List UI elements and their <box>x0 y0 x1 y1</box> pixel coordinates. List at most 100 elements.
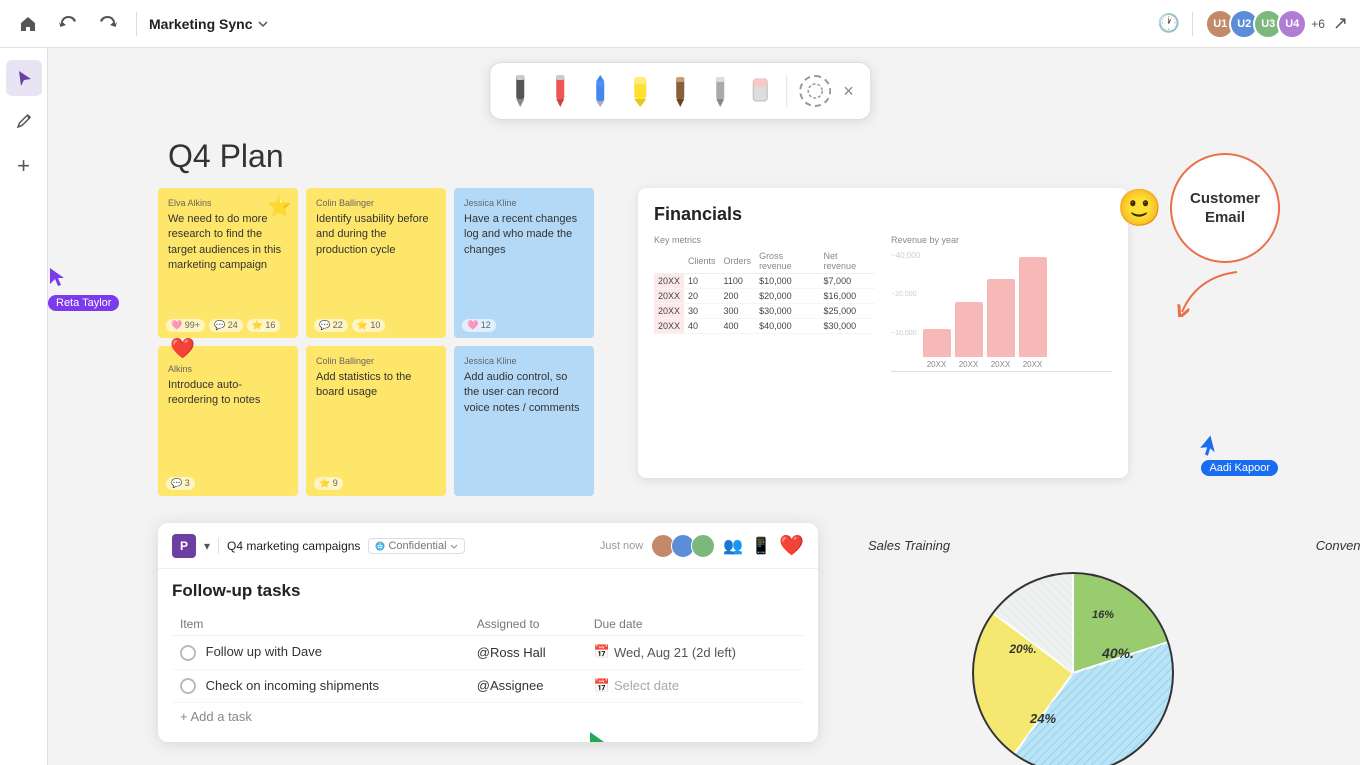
task-row-1: Follow up with Dave @Ross Hall 📅 Wed, Au… <box>172 636 804 670</box>
col-orders: Orders <box>720 249 756 274</box>
task-assignee-2[interactable]: @Assignee <box>469 669 586 703</box>
share-button[interactable]: ↗ <box>1333 13 1348 34</box>
note-author-3: Jessica Kline <box>464 198 584 208</box>
tasks-confidential-badge: 🌐 Confidential <box>368 538 464 554</box>
bar-group-4: 20XX <box>1019 257 1047 369</box>
sticky-note-3[interactable]: Jessica Kline Have a recent changes log … <box>454 188 594 338</box>
cursor-aadi-label: Aadi Kapoor <box>1201 460 1278 476</box>
close-toolbar-button[interactable]: × <box>843 81 854 102</box>
redo-button[interactable] <box>92 8 124 40</box>
drawing-toolbar: × <box>489 62 871 120</box>
sticky-note-1[interactable]: Elva Alkins We need to do more research … <box>158 188 298 338</box>
note-reactions-5: ⭐ 9 <box>314 477 343 490</box>
tasks-mobile-icon[interactable]: 📱 <box>751 536 771 556</box>
task-item-1: Follow up with Dave <box>172 636 469 670</box>
bar-group-2: 20XX <box>955 302 983 369</box>
pie-pct-print: 24% <box>1029 711 1056 726</box>
canvas-area[interactable]: Q4 Plan Reta Taylor Elva Alkins We need … <box>48 48 1360 765</box>
top-bar-right: 🕐 U1 U2 U3 U4 +6 ↗ <box>1158 9 1348 39</box>
note-reactions-1: 🩷 99+ 💬 24 ⭐ 16 <box>166 319 280 332</box>
highlighter-yellow-tool[interactable] <box>626 71 654 111</box>
pie-chart-area: Sales Training Conventions PrintAdvertis… <box>868 538 1360 765</box>
cursor-reta-label: Reta Taylor <box>48 295 119 311</box>
pencil-black-tool[interactable] <box>506 71 534 111</box>
financials-chart: Revenue by year ~40,000 ~20,000 ~10,000 … <box>891 235 1112 372</box>
financials-panel: Financials Key metrics Clients Orders Gr… <box>638 188 1128 478</box>
task-date-2: 📅 Select date <box>586 669 804 703</box>
pencil-red-tool[interactable] <box>546 71 574 111</box>
note-text-1: We need to do more research to find the … <box>168 212 288 274</box>
note-reactions-4: 💬 3 <box>166 477 195 490</box>
tasks-app-dropdown[interactable]: ▾ <box>204 539 210 553</box>
financials-content: Key metrics Clients Orders Gross revenue… <box>654 235 1112 372</box>
col-assigned-to: Assigned to <box>469 613 586 636</box>
chart-title: Revenue by year <box>891 235 1112 245</box>
avatar-count: +6 <box>1311 17 1325 31</box>
avatar-group: U1 U2 U3 U4 +6 <box>1205 9 1325 39</box>
note-author-5: Colin Ballinger <box>316 356 436 366</box>
tasks-people-icon[interactable]: 👥 <box>723 536 743 556</box>
cursor-reta-taylor: Reta Taylor <box>48 266 119 311</box>
bar-4 <box>1019 257 1047 357</box>
separator <box>136 12 137 36</box>
marker-brown-tool[interactable] <box>666 71 694 111</box>
bar-2 <box>955 302 983 357</box>
pie-label-conventions: Conventions <box>1316 538 1360 553</box>
sticky-note-6[interactable]: Jessica Kline Add audio control, so the … <box>454 346 594 496</box>
task-checkbox-2[interactable] <box>180 678 196 694</box>
tasks-like-button[interactable]: ❤️ <box>779 533 804 558</box>
draw-tool[interactable] <box>6 104 42 140</box>
top-bar: Q4 Plan Marketing Sync 🕐 U1 U2 U3 U4 +6 … <box>0 0 1360 48</box>
bar-1 <box>923 329 951 357</box>
document-title[interactable]: Q4 Plan Marketing Sync <box>149 16 270 32</box>
task-item-2: Check on incoming shipments <box>172 669 469 703</box>
row-year-1: 20XX <box>654 274 684 289</box>
note-text-2: Identify usability before and during the… <box>316 212 436 258</box>
note-author-2: Colin Ballinger <box>316 198 436 208</box>
eraser-tool[interactable] <box>746 71 774 111</box>
toolbar-separator <box>786 75 787 107</box>
pen-arrow-tool[interactable] <box>586 71 614 111</box>
col-year <box>654 249 684 274</box>
pie-pct-conventions: 40%. <box>1101 645 1134 661</box>
bar-3 <box>987 279 1015 357</box>
note-reactions-2: 💬 22 ⭐ 10 <box>314 319 385 332</box>
history-button[interactable]: 🕐 <box>1158 13 1180 34</box>
row-year-4: 20XX <box>654 319 684 334</box>
sticky-note-4[interactable]: ❤️ Alkins Introduce auto-reordering to n… <box>158 346 298 496</box>
star-icon-1: ⭐ <box>267 194 292 219</box>
marker-gray-tool[interactable] <box>706 71 734 111</box>
sticky-note-2[interactable]: Colin Ballinger Identify usability befor… <box>306 188 446 338</box>
note-text-6: Add audio control, so the user can recor… <box>464 370 584 416</box>
tasks-header: P ▾ Q4 marketing campaigns 🌐 Confidentia… <box>158 523 818 569</box>
note-text-4: Introduce auto-reordering to notes <box>168 378 288 409</box>
tasks-table: Item Assigned to Due date Follow up with… <box>172 613 804 703</box>
bar-chart: ~20,000 ~10,000 20XX 20XX 20XX <box>891 262 1112 372</box>
undo-button[interactable] <box>52 8 84 40</box>
customer-email-annotation: 🙂 CustomerEmail <box>1117 153 1280 322</box>
cursor-green <box>588 730 606 742</box>
tasks-timestamp: Just now <box>600 540 643 552</box>
emoji-face: 🙂 <box>1117 187 1162 229</box>
pie-pct-sales: 16% <box>1092 609 1114 621</box>
separator2 <box>1192 12 1193 36</box>
tasks-avatar-3 <box>691 534 715 558</box>
tasks-header-separator <box>218 538 219 554</box>
annotation-text: CustomerEmail <box>1190 189 1260 228</box>
task-checkbox-1[interactable] <box>180 645 196 661</box>
tasks-panel: P ▾ Q4 marketing campaigns 🌐 Confidentia… <box>158 523 818 742</box>
sticky-note-5[interactable]: Colin Ballinger Add statistics to the bo… <box>306 346 446 496</box>
tasks-app-logo: P <box>172 534 196 558</box>
task-assignee-1[interactable]: @Ross Hall <box>469 636 586 670</box>
svg-text:🌐: 🌐 <box>376 542 385 551</box>
tasks-section-title: Follow-up tasks <box>172 581 804 601</box>
col-gross: Gross revenue <box>755 249 819 274</box>
add-task-button[interactable]: + Add a task <box>172 703 804 730</box>
select-tool[interactable] <box>6 60 42 96</box>
key-metrics-label: Key metrics <box>654 235 875 245</box>
q4-plan-title: Q4 Plan <box>168 138 284 175</box>
add-button[interactable]: + <box>6 148 42 184</box>
home-button[interactable] <box>12 8 44 40</box>
lasso-tool[interactable] <box>799 75 831 107</box>
note-author-6: Jessica Kline <box>464 356 584 366</box>
